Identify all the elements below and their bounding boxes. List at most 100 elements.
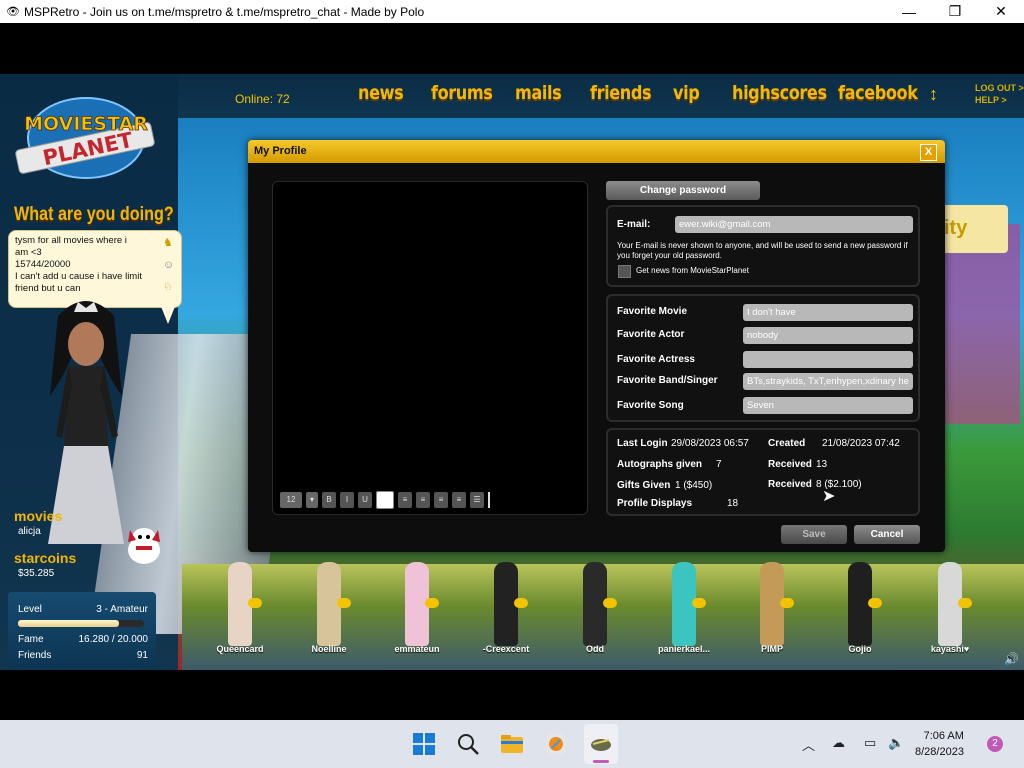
friend-avatar[interactable]: Queencard (210, 558, 270, 658)
friend-chat-icon[interactable] (958, 598, 972, 608)
friend-chat-icon[interactable] (692, 598, 706, 608)
nav-forums[interactable]: forums (431, 82, 493, 104)
fullscreen-arrows-icon[interactable]: ↕ (929, 84, 938, 105)
favorite-band-field[interactable]: BTs,straykids, TxT,enhypen,xdinary he (743, 373, 913, 390)
level-value: 3 - Amateur (96, 604, 148, 615)
cancel-button[interactable]: Cancel (854, 525, 920, 544)
change-password-button[interactable]: Change password (606, 181, 760, 200)
email-label: E-mail: (617, 219, 651, 230)
friend-chat-icon[interactable] (514, 598, 528, 608)
created-value: 21/08/2023 07:42 (822, 438, 900, 449)
help-link[interactable]: HELP > (975, 94, 1024, 106)
start-icon[interactable] (412, 732, 436, 756)
favorite-movie-field[interactable]: I don't have (743, 304, 913, 321)
file-explorer-icon[interactable] (500, 732, 524, 756)
maximize-button[interactable]: ❐ (932, 0, 978, 23)
animation-icon[interactable]: ♘ (163, 281, 173, 293)
font-size-select[interactable]: 12 (280, 492, 302, 508)
favorite-song-label: Favorite Song (617, 400, 684, 411)
friend-chat-icon[interactable] (425, 598, 439, 608)
dialog-close-button[interactable]: X (920, 144, 937, 161)
friend-avatar[interactable]: Noelline (299, 558, 359, 658)
window-titlebar: 👁 MSPRetro - Join us on t.me/mspretro & … (0, 0, 1024, 23)
favorites-panel: Favorite Movie I don't have Favorite Act… (606, 294, 920, 422)
align-left-icon[interactable]: ≡ (398, 492, 412, 508)
friend-chat-icon[interactable] (603, 598, 617, 608)
friend-avatar[interactable]: emmateun (387, 558, 447, 658)
onedrive-icon[interactable]: ☁ (832, 735, 845, 751)
status-line: friend but u can (15, 283, 81, 294)
favorite-band-label: Favorite Band/Singer (617, 375, 718, 386)
friend-name: Gojio (848, 644, 872, 654)
align-right-icon[interactable]: ≡ (434, 492, 448, 508)
logout-link[interactable]: LOG OUT > (975, 82, 1024, 94)
friend-avatar[interactable]: panierkael... (654, 558, 714, 658)
status-line: I can't add u cause i have limit (15, 271, 142, 282)
chevron-up-icon[interactable]: ︿ (802, 735, 815, 754)
friend-avatar[interactable]: PIMP (742, 558, 802, 658)
font-size-dropdown-icon[interactable]: ▾ (306, 492, 318, 508)
autographs-value: 7 (716, 459, 722, 470)
mood-icon[interactable]: ♞ (163, 237, 173, 249)
nav-friends[interactable]: friends (590, 82, 652, 104)
editor-toolbar: 12 ▾ B I U ≡ ≡ ≡ ≡ ☰ (280, 491, 490, 509)
profile-text-editor[interactable] (272, 181, 588, 515)
favorite-actress-label: Favorite Actress (617, 354, 695, 365)
search-icon[interactable] (456, 732, 480, 756)
close-window-button[interactable]: ✕ (978, 0, 1024, 23)
level-label: Level (18, 604, 42, 615)
friend-name: PIMP (760, 644, 783, 654)
friend-avatar[interactable]: -Creexcent (476, 558, 536, 658)
friend-name: Odd (586, 644, 604, 654)
pet-dog[interactable] (122, 522, 166, 568)
save-button[interactable]: Save (781, 525, 847, 544)
news-checkbox[interactable] (618, 265, 631, 278)
nav-facebook[interactable]: facebook (838, 82, 918, 104)
italic-button[interactable]: I (340, 492, 354, 508)
email-field[interactable]: ewer.wiki@gmail.com (675, 216, 913, 233)
align-center-icon[interactable]: ≡ (416, 492, 430, 508)
clock-time: 7:06 AM (923, 730, 964, 742)
friends-row: Friends 91 (18, 650, 148, 661)
friend-chat-icon[interactable] (780, 598, 794, 608)
sound-icon[interactable]: 🔊 (1004, 652, 1019, 666)
gifts-value: 1 ($450) (675, 480, 713, 491)
friend-avatar[interactable]: Gojio (830, 558, 890, 658)
news-checkbox-label: Get news from MovieStarPlanet (636, 266, 749, 275)
nav-vip[interactable]: vip (673, 82, 700, 104)
moviestar-planet-logo[interactable]: MOVIESTAR PLANET (14, 92, 156, 184)
favorite-actor-field[interactable]: nobody (743, 327, 913, 344)
friend-avatar[interactable]: kayashi♥ (920, 558, 980, 658)
friend-avatar[interactable]: Odd (565, 558, 625, 658)
notification-badge[interactable]: 2 (987, 736, 1003, 752)
nav-mails[interactable]: mails (515, 82, 562, 104)
nav-news[interactable]: news (358, 82, 404, 104)
friend-chat-icon[interactable] (337, 598, 351, 608)
align-justify-icon[interactable]: ≡ (452, 492, 466, 508)
bold-button[interactable]: B (322, 492, 336, 508)
email-panel: E-mail: ewer.wiki@gmail.com Your E-mail … (606, 205, 920, 287)
app-pinned-icon[interactable] (544, 732, 568, 756)
friend-name: kayashi♥ (930, 644, 970, 654)
color-picker-button[interactable] (376, 491, 394, 509)
player-stats: Level 3 - Amateur Fame 16.280 / 20.000 F… (8, 592, 156, 668)
face-icon[interactable]: ☺ (163, 259, 174, 271)
favorite-song-field[interactable]: Seven (743, 397, 913, 414)
starcoins-heading: starcoins (14, 550, 77, 566)
online-count: Online: 72 (235, 92, 290, 106)
system-clock[interactable]: 7:06 AM 8/28/2023 (915, 728, 964, 760)
mspretro-app-icon[interactable] (589, 732, 613, 756)
bullet-list-icon[interactable]: ☰ (470, 492, 484, 508)
friend-name: emmateun (394, 644, 440, 654)
nav-highscores[interactable]: highscores (732, 82, 827, 104)
favorite-actress-field[interactable] (743, 351, 913, 368)
last-login-label: Last Login (617, 438, 668, 449)
volume-icon[interactable]: 🔈 (888, 735, 904, 751)
active-app-indicator (593, 760, 609, 763)
underline-button[interactable]: U (358, 492, 372, 508)
friend-chat-icon[interactable] (248, 598, 262, 608)
minimize-button[interactable]: — (886, 0, 932, 23)
network-icon[interactable]: ▭ (864, 735, 876, 751)
status-line: tysm for all movies where i (15, 235, 127, 246)
friend-chat-icon[interactable] (868, 598, 882, 608)
